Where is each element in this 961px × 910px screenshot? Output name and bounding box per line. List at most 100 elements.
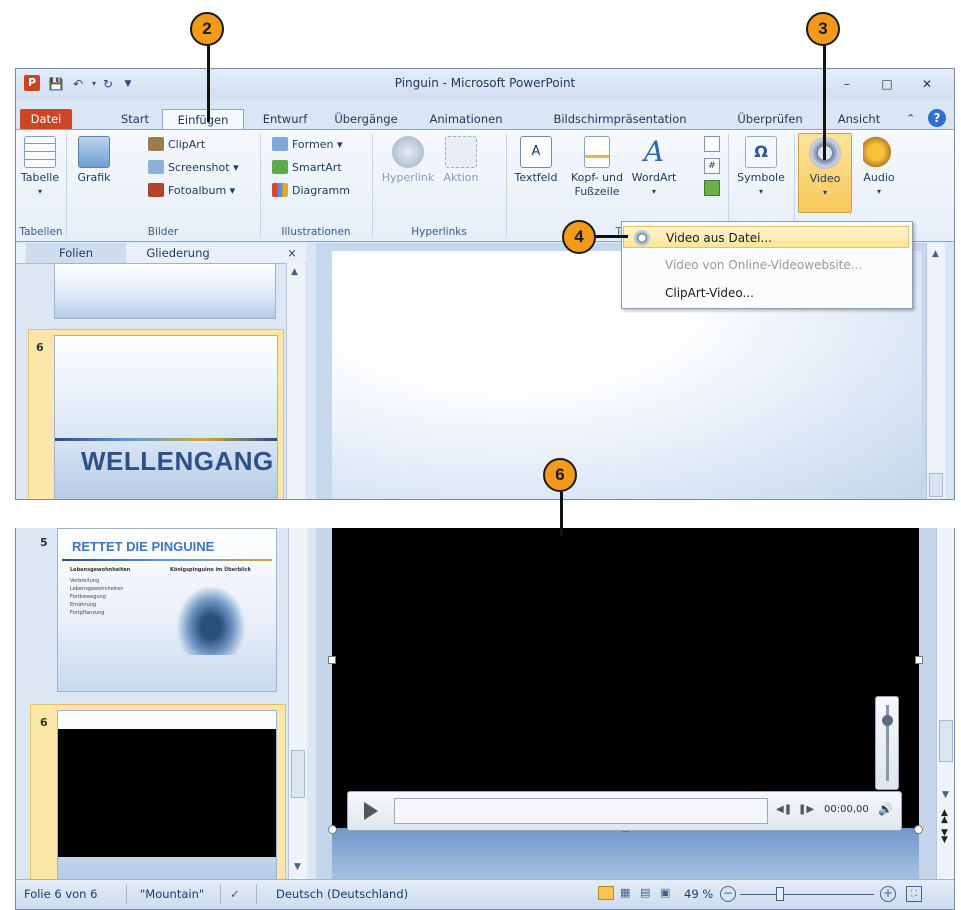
pane-close-icon[interactable]: × (282, 243, 302, 263)
edit-scroll-thumb-lower[interactable] (939, 720, 953, 762)
audio-button[interactable]: Audio ▾ (856, 136, 902, 199)
next-slide-icon[interactable]: ▼ ▼ (941, 829, 948, 845)
zoom-slider-track[interactable] (740, 894, 874, 895)
tab-transitions[interactable]: Übergänge (326, 109, 406, 129)
table-button[interactable]: Tabelle ▾ (18, 136, 62, 199)
video-object[interactable] (332, 528, 919, 828)
date-time-icon[interactable] (704, 136, 720, 152)
reading-view-icon[interactable]: ▤ (640, 886, 654, 900)
edit-scrollbar-lower[interactable]: ▼ ▲ ▲ ▼ ▼ (936, 528, 954, 880)
symbols-button[interactable]: Ω Symbole ▾ (732, 136, 790, 199)
time-display: 00:00,00 (824, 804, 869, 815)
group-label-hyperlinks: Hyperlinks (411, 226, 467, 238)
slideshow-view-icon[interactable]: ▣ (660, 886, 674, 900)
pane-scroll-down-icon[interactable]: ▼ (294, 862, 301, 872)
tab-slides[interactable]: Folien (26, 243, 126, 263)
close-icon[interactable]: ✕ (916, 75, 938, 93)
zoom-slider-thumb[interactable] (776, 887, 784, 901)
pane-scrollbar-lower[interactable]: ▼ (288, 528, 307, 880)
tab-insert[interactable]: Einfügen (162, 109, 244, 129)
header-footer-button[interactable]: Kopf- und Fußzeile (566, 136, 628, 199)
tab-animations[interactable]: Animationen (414, 109, 518, 129)
tab-view[interactable]: Ansicht (824, 109, 894, 129)
resize-handle-right[interactable] (915, 656, 923, 664)
pane-scroll-thumb[interactable] (291, 750, 305, 798)
tab-start[interactable]: Start (110, 109, 160, 129)
zoom-in-icon[interactable]: + (880, 886, 896, 902)
slide-sorter-view-icon[interactable]: ▦ (620, 886, 634, 900)
slide-thumbnail-6-video[interactable] (57, 710, 277, 880)
rettet-title: RETTET DIE PINGUINE (72, 539, 215, 554)
video-thumbnail-black (58, 729, 276, 857)
bullet-item: Verbreitung (70, 578, 100, 584)
fit-to-window-icon[interactable]: ⛶ (906, 886, 922, 902)
play-icon[interactable] (364, 802, 378, 820)
step-back-icon[interactable]: ◀❚ (776, 804, 792, 815)
status-language[interactable]: Deutsch (Deutschland) (276, 887, 408, 901)
edit-scrollbar[interactable]: ▲ (926, 243, 945, 499)
wordart-label: WordArt (631, 171, 677, 184)
minimize-ribbon-icon[interactable]: ⌃ (906, 112, 915, 125)
timeline-track[interactable] (394, 798, 768, 824)
picture-label: Grafik (77, 171, 111, 184)
photoalbum-button[interactable]: Fotoalbum ▾ (148, 182, 235, 200)
pane-tabs: Folien Gliederung × (16, 243, 306, 264)
edit-scroll-thumb[interactable] (929, 473, 943, 497)
menu-clipart-video[interactable]: ClipArt-Video... (623, 282, 909, 304)
tab-slideshow[interactable]: Bildschirmpräsentation (540, 109, 700, 129)
media-player-bar: ◀❚ ❚▶ 00:00,00 🔊 (347, 791, 902, 831)
clipart-button[interactable]: ClipArt (148, 136, 205, 154)
table-dropdown-icon: ▾ (37, 187, 42, 196)
zoom-out-icon[interactable]: − (720, 886, 736, 902)
status-slide-count: Folie 6 von 6 (24, 887, 98, 901)
column-left-heading: Lebensgewohnheiten (70, 567, 131, 573)
screenshot-button[interactable]: Screenshot ▾ (148, 159, 239, 177)
slide-number-icon[interactable]: # (704, 158, 720, 174)
help-icon[interactable]: ? (928, 109, 946, 127)
resize-handle-left[interactable] (328, 656, 336, 664)
object-icon[interactable] (704, 180, 720, 196)
smartart-icon (272, 160, 288, 174)
pane-scrollbar[interactable]: ▲ (286, 263, 305, 499)
resize-handle-bottom-left[interactable] (328, 825, 337, 834)
slide-thumbnail-5[interactable]: RETTET DIE PINGUINE Lebensgewohnheiten K… (57, 528, 277, 692)
action-button[interactable]: Aktion (438, 136, 484, 185)
previous-slide-icon[interactable]: ▲ ▲ (941, 809, 948, 825)
spellcheck-icon[interactable]: ✓ (230, 887, 240, 901)
resize-handle-bottom-right[interactable] (914, 825, 923, 834)
picture-button[interactable]: Grafik (72, 136, 116, 185)
bullet-list: Verbreitung Lebensgewohnheiten Fortbeweg… (70, 577, 123, 617)
slide-thumbnail-5-partial[interactable] (54, 263, 276, 319)
hyperlink-icon (392, 136, 424, 168)
maximize-icon[interactable]: □ (876, 75, 898, 93)
tab-review[interactable]: Überprüfen (726, 109, 814, 129)
tab-design[interactable]: Entwurf (254, 109, 316, 129)
textbox-button[interactable]: A Textfeld (510, 136, 562, 185)
menu-video-from-file[interactable]: Video aus Datei... (623, 226, 909, 248)
scroll-up-icon[interactable]: ▲ (291, 267, 298, 277)
textbox-label: Textfeld (514, 171, 558, 184)
menu-video-online[interactable]: Video von Online-Videowebsite... (623, 254, 909, 276)
normal-view-icon[interactable] (598, 886, 614, 900)
step-forward-icon[interactable]: ❚▶ (798, 804, 814, 815)
title-underline (62, 559, 272, 561)
volume-icon[interactable]: 🔊 (878, 802, 893, 816)
shapes-button[interactable]: Formen ▾ (272, 136, 342, 154)
minimize-icon[interactable]: – (836, 75, 858, 93)
smartart-button[interactable]: SmartArt (272, 159, 342, 177)
header-footer-icon (584, 136, 610, 168)
volume-knob[interactable] (882, 715, 893, 726)
edit-scroll-up-icon[interactable]: ▲ (932, 249, 939, 259)
zoom-level[interactable]: 49 % (684, 887, 713, 901)
slide-thumbnail-6[interactable]: WELLENGANG (54, 335, 278, 499)
wordart-button[interactable]: A WordArt ▾ (628, 136, 680, 199)
header-footer-label-2: Fußzeile (574, 185, 620, 198)
edit-scroll-down-icon[interactable]: ▼ (942, 790, 949, 800)
title-bar: P 💾 ↶ ▾ ↻ ▼ Pinguin - Microsoft PowerPoi… (16, 69, 954, 99)
slide-number-5: 5 (40, 536, 48, 549)
tab-outline[interactable]: Gliederung (128, 243, 228, 263)
volume-slider[interactable] (875, 696, 899, 790)
tab-file[interactable]: Datei (20, 109, 72, 129)
chart-button[interactable]: Diagramm (272, 182, 350, 200)
hyperlink-button[interactable]: Hyperlink (380, 136, 436, 185)
